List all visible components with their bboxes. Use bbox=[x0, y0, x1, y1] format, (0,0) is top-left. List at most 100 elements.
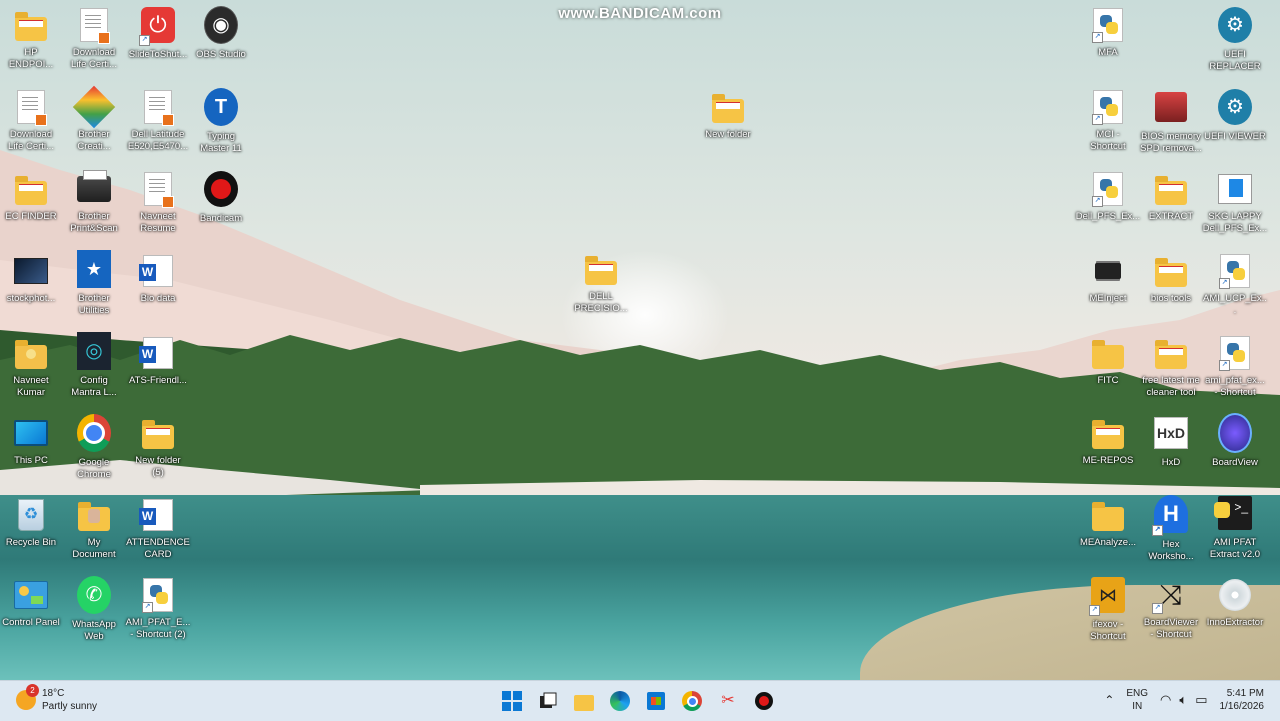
document-icon bbox=[144, 172, 174, 208]
desktop-icon-download-life-certificate-2[interactable]: Download Life Certi... bbox=[0, 90, 64, 153]
hxd-icon: HxD bbox=[1154, 417, 1188, 449]
folder-icon bbox=[1092, 420, 1124, 449]
desktop-icon-meanalyzer[interactable]: MEAnalyze... bbox=[1075, 498, 1141, 549]
desktop-icon-me-repos[interactable]: ME-REPOS bbox=[1075, 416, 1141, 467]
desktop-icon-brother-creative[interactable]: Brother Creati... bbox=[61, 85, 127, 153]
weather-temperature: 18°C bbox=[42, 688, 65, 699]
task-view-button[interactable] bbox=[536, 689, 560, 713]
desktop-icon-dell-pfs-extractor[interactable]: ↗ Dell_PFS_Ex... bbox=[1075, 172, 1141, 223]
language-indicator[interactable]: ENG IN bbox=[1126, 687, 1148, 713]
user-folder-icon bbox=[15, 340, 47, 369]
desktop-icon-slide-to-shutdown[interactable]: ⏻ ↗ SlideToShut... bbox=[125, 6, 191, 61]
shuffle-icon: ⤨ ↗ bbox=[1152, 580, 1188, 614]
uefi-gear-icon: ⚙ bbox=[1218, 89, 1252, 125]
taskbar-bandicam[interactable] bbox=[752, 689, 776, 713]
desktop-icon-ec-finder[interactable]: EC FINDER bbox=[0, 172, 64, 223]
desktop-icon-dell-latitude[interactable]: Dell Latitude E520,E5470... bbox=[125, 90, 191, 153]
desktop-icon-ami-pfat-shortcut-2[interactable]: ↗ AMI_PFAT_E... - Shortcut (2) bbox=[125, 578, 191, 641]
desktop-icon-free-latest-me-cleaner[interactable]: free latest me cleaner tool bbox=[1138, 336, 1204, 399]
desktop-icon-extract[interactable]: EXTRACT bbox=[1138, 172, 1204, 223]
python-file-icon: ↗ bbox=[142, 578, 173, 613]
desktop-icon-ami-pfat-extract-v2[interactable]: >_ AMI PFAT Extract v2.0 bbox=[1202, 494, 1268, 561]
desktop-icon-attendence-card[interactable]: ATTENDENCE CARD bbox=[125, 498, 191, 561]
chip-icon bbox=[1095, 263, 1121, 279]
notification-badge: 2 bbox=[26, 684, 39, 697]
chrome-icon bbox=[77, 414, 111, 452]
partly-sunny-icon: 2 bbox=[16, 684, 39, 710]
terminal-icon: >_ bbox=[1214, 496, 1252, 530]
desktop-icon-boardview[interactable]: BoardView bbox=[1202, 413, 1268, 469]
desktop-icon-navneet-kumar[interactable]: Navneet Kumar bbox=[0, 336, 64, 399]
desktop-icon-me-inject[interactable]: MEInject bbox=[1075, 254, 1141, 305]
desktop-icon-ami-ucp-extractor[interactable]: ↗ AMI_UCP_Ex... bbox=[1202, 254, 1268, 317]
desktop-icon-uefi-replacer[interactable]: ⚙ UEFI REPLACER bbox=[1202, 6, 1268, 73]
python-file-icon: ↗ bbox=[1219, 254, 1250, 289]
desktop-icon-hxd[interactable]: HxD HxD bbox=[1138, 414, 1204, 469]
desktop-icon-control-panel[interactable]: Control Panel bbox=[0, 578, 64, 629]
desktop-icon-boardviewer-shortcut[interactable]: ⤨ ↗ BoardViewer - Shortcut bbox=[1138, 578, 1204, 641]
bandicam-icon bbox=[204, 171, 238, 207]
desktop-icon-typing-master[interactable]: T Typing Master 11 bbox=[188, 88, 254, 155]
desktop-icon-google-chrome[interactable]: Google Chrome bbox=[61, 414, 127, 481]
desktop-icon-hex-workshop[interactable]: H ↗ Hex Worksho... bbox=[1138, 494, 1204, 563]
taskbar-snipping-tool[interactable]: ✂ bbox=[716, 689, 740, 713]
desktop-icon-new-folder-5[interactable]: New folder (5) bbox=[125, 416, 191, 479]
desktop-icon-bio-data[interactable]: Bio data bbox=[125, 254, 191, 305]
desktop-icon-skg-lappy-dell-pfs[interactable]: SKG LAPPY Dell_PFS_Ex... bbox=[1202, 172, 1268, 235]
obs-icon: ◉ bbox=[204, 6, 238, 44]
desktop-icon-bandicam[interactable]: Bandicam bbox=[188, 170, 254, 225]
task-view-icon bbox=[540, 692, 557, 708]
desktop-icon-brother-utilities[interactable]: ★ Brother Utilities bbox=[61, 250, 127, 317]
folder-icon bbox=[1155, 258, 1187, 287]
taskbar-microsoft-store[interactable] bbox=[644, 689, 668, 713]
bios-tool-icon bbox=[1155, 92, 1187, 122]
battery-icon: ▭ bbox=[1195, 692, 1208, 707]
taskbar-file-explorer[interactable] bbox=[572, 689, 596, 713]
taskbar-chrome[interactable] bbox=[680, 689, 704, 713]
desktop-icon-ats-friendly[interactable]: ATS-Friendl... bbox=[125, 336, 191, 387]
word-document-icon bbox=[139, 337, 173, 369]
desktop-icon-recycle-bin[interactable]: ♻ Recycle Bin bbox=[0, 498, 64, 549]
desktop-icon-mfa[interactable]: ↗ MFA bbox=[1075, 8, 1141, 59]
brother-creative-icon bbox=[72, 85, 116, 129]
printer-icon bbox=[77, 170, 111, 202]
desktop-icon-stockphoto[interactable]: stockphot... bbox=[0, 254, 64, 305]
desktop-icon-dell-precision[interactable]: DELL PRECISIO... bbox=[568, 252, 634, 315]
desktop-icon-innoextractor[interactable]: InnoExtractor bbox=[1202, 578, 1268, 629]
weather-widget[interactable]: 2 18°C Partly sunny bbox=[16, 684, 97, 713]
desktop-icon-bios-memory-spd[interactable]: BIOS memory SPD remova... bbox=[1138, 88, 1204, 155]
desktop-icon-hp-endpoint[interactable]: HP ENDPOI... bbox=[0, 8, 64, 71]
taskbar-clock[interactable]: 5:41 PM 1/16/2026 bbox=[1220, 687, 1265, 713]
desktop-icon-fitc[interactable]: FITC bbox=[1075, 336, 1141, 387]
desktop-icon-ami-pfat-ex-shortcut[interactable]: ↗ ami_pfat_ex... - Shortcut bbox=[1202, 336, 1268, 399]
start-button[interactable] bbox=[500, 689, 524, 713]
chevron-up-icon[interactable]: ⌃ bbox=[1104, 693, 1114, 707]
desktop-icon-ifexov-shortcut[interactable]: ⋈ ↗ ifexov - Shortcut bbox=[1075, 576, 1141, 643]
desktop-icon-obs-studio[interactable]: ◉ OBS Studio bbox=[188, 6, 254, 61]
desktop-icon-mci-shortcut[interactable]: ↗ MCI - Shortcut bbox=[1075, 90, 1141, 153]
desktop-icon-uefi-viewer[interactable]: ⚙ UEFI VIEWER bbox=[1202, 88, 1268, 143]
desktop-icon-my-document[interactable]: My Document bbox=[61, 498, 127, 561]
whatsapp-icon: ✆ bbox=[77, 576, 111, 614]
desktop-icon-this-pc[interactable]: This PC bbox=[0, 416, 64, 467]
folder-icon bbox=[1155, 340, 1187, 369]
taskbar-pinned-apps: ✂ bbox=[500, 689, 776, 713]
folder-icon bbox=[15, 176, 47, 205]
power-icon: ⏻ ↗ bbox=[139, 7, 175, 46]
desktop-icon-bios-tools[interactable]: bios tools bbox=[1138, 254, 1204, 305]
folder-icon bbox=[15, 12, 47, 41]
tray-status-icons[interactable]: ◠ 🔈︎ ▭ bbox=[1160, 692, 1207, 708]
desktop-icon-download-life-certificate-1[interactable]: Download Life Certi... bbox=[61, 8, 127, 71]
image-thumbnail-icon bbox=[14, 258, 48, 284]
python-file-icon: ↗ bbox=[1092, 8, 1123, 43]
desktop-icon-navneet-resume[interactable]: Navneet Resume bbox=[125, 172, 191, 235]
desktop-icon-brother-print-scan[interactable]: Brother Print&Scan bbox=[61, 170, 127, 235]
bandicam-icon bbox=[755, 692, 773, 710]
desktop-icon-whatsapp-web[interactable]: ✆ WhatsApp Web bbox=[61, 576, 127, 643]
document-icon bbox=[80, 8, 110, 44]
desktop-icon-config-mantra[interactable]: ◎ Config Mantra L... bbox=[61, 332, 127, 399]
desktop-icon-new-folder[interactable]: New folder bbox=[695, 90, 761, 141]
scissors-icon: ✂ bbox=[721, 692, 735, 709]
brother-utilities-icon: ★ bbox=[77, 250, 111, 288]
taskbar-edge[interactable] bbox=[608, 689, 632, 713]
